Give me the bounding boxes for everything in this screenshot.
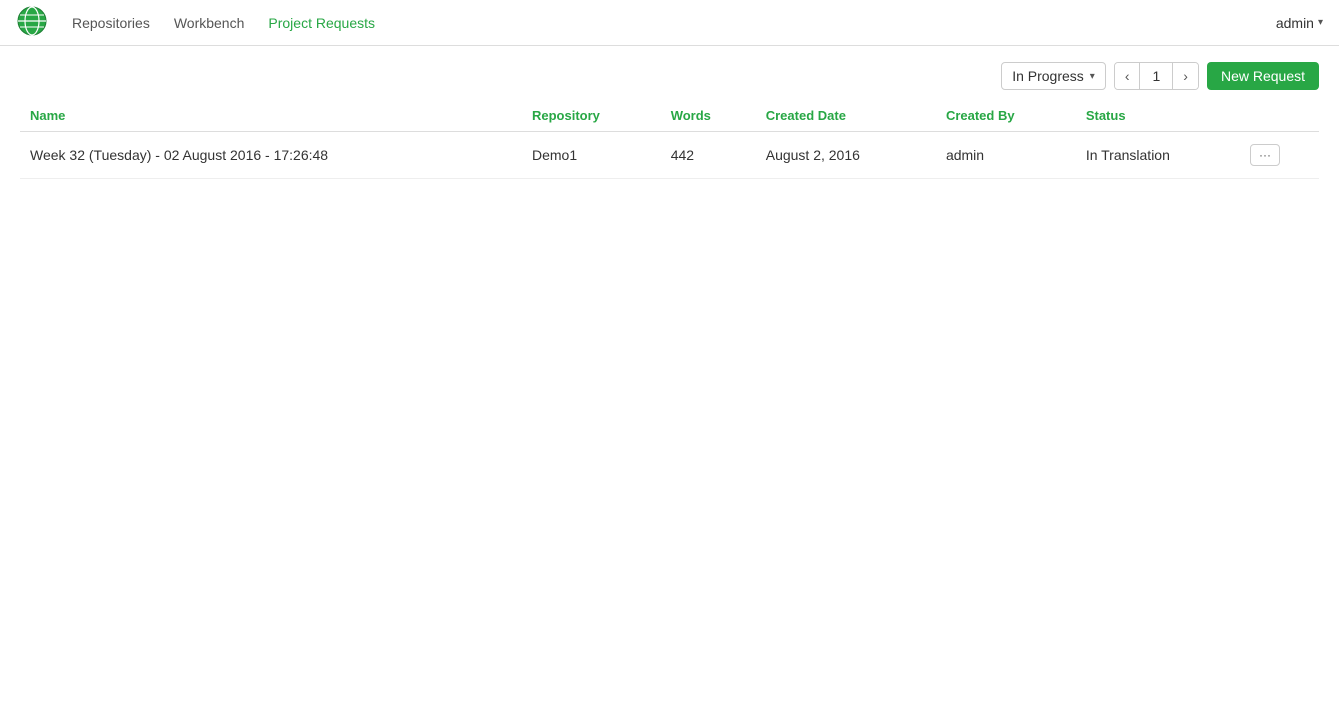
filter-label: In Progress: [1012, 68, 1084, 84]
prev-page-button[interactable]: ‹: [1115, 63, 1141, 89]
new-request-button[interactable]: New Request: [1207, 62, 1319, 90]
project-requests-table: Name Repository Words Created Date Creat…: [20, 100, 1319, 179]
next-page-button[interactable]: ›: [1172, 63, 1198, 89]
nav-repositories[interactable]: Repositories: [72, 15, 150, 31]
cell-actions: ···: [1240, 132, 1319, 179]
logo: [16, 5, 48, 40]
status-filter-dropdown[interactable]: In Progress ▾: [1001, 62, 1106, 90]
col-repository: Repository: [522, 100, 661, 132]
username-label: admin: [1276, 15, 1314, 31]
cell-name: Week 32 (Tuesday) - 02 August 2016 - 17:…: [20, 132, 522, 179]
row-actions-button[interactable]: ···: [1250, 144, 1280, 166]
user-caret-icon: ▾: [1318, 17, 1323, 28]
nav-workbench[interactable]: Workbench: [174, 15, 245, 31]
nav-project-requests[interactable]: Project Requests: [268, 15, 375, 31]
project-requests-table-container: Name Repository Words Created Date Creat…: [0, 100, 1339, 179]
table-header-row: Name Repository Words Created Date Creat…: [20, 100, 1319, 132]
cell-created-by: admin: [936, 132, 1076, 179]
table-row: Week 32 (Tuesday) - 02 August 2016 - 17:…: [20, 132, 1319, 179]
navbar: Repositories Workbench Project Requests …: [0, 0, 1339, 46]
cell-created-date: August 2, 2016: [756, 132, 936, 179]
cell-words: 442: [661, 132, 756, 179]
toolbar: In Progress ▾ ‹ 1 › New Request: [0, 46, 1339, 100]
filter-caret-icon: ▾: [1090, 71, 1095, 82]
col-created-date: Created Date: [756, 100, 936, 132]
col-words: Words: [661, 100, 756, 132]
col-created-by: Created By: [936, 100, 1076, 132]
col-name: Name: [20, 100, 522, 132]
col-actions: [1240, 100, 1319, 132]
page-number-display: 1: [1140, 63, 1172, 89]
user-menu[interactable]: admin ▾: [1276, 15, 1323, 31]
pagination-control: ‹ 1 ›: [1114, 62, 1199, 90]
cell-repository: Demo1: [522, 132, 661, 179]
cell-status: In Translation: [1076, 132, 1240, 179]
col-status: Status: [1076, 100, 1240, 132]
